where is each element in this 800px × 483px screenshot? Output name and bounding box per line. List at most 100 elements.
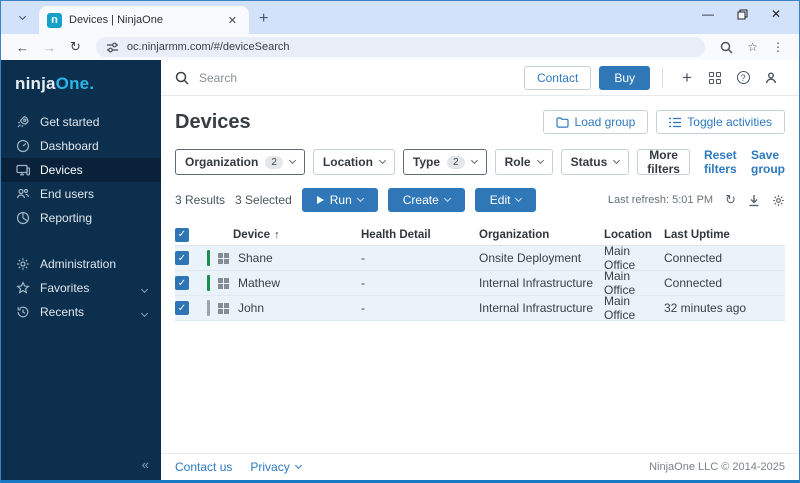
sidebar-item-dashboard[interactable]: Dashboard <box>1 134 161 158</box>
logo-ninja-text: ninja <box>15 74 56 93</box>
chevron-down-icon <box>18 12 26 21</box>
search-input[interactable]: Search <box>199 71 524 85</box>
address-bar[interactable]: oc.ninjarmm.com/#/deviceSearch <box>95 37 706 57</box>
sidebar-item-label: Administration <box>40 257 117 271</box>
contact-button[interactable]: Contact <box>523 65 592 90</box>
sidebar-item-administration[interactable]: Administration <box>1 252 161 276</box>
filter-type[interactable]: Type 2 <box>402 149 487 175</box>
column-header-device[interactable]: Device ↑ <box>207 229 361 241</box>
rocket-icon <box>15 115 30 130</box>
restore-button[interactable] <box>725 1 759 27</box>
table-header-row: ✓ Device ↑ Health Detail Organization Loc… <box>175 224 785 246</box>
create-button[interactable]: Create <box>387 188 465 212</box>
add-icon[interactable]: + <box>673 68 701 88</box>
main-area: Search Contact Buy + ? Devices Load grou… <box>161 60 799 480</box>
chevron-down-icon <box>443 194 451 203</box>
reload-icon[interactable]: ↻ <box>63 39 88 55</box>
windows-icon <box>218 252 229 264</box>
chevron-down-icon <box>140 281 149 295</box>
filter-location[interactable]: Location <box>312 149 395 175</box>
back-icon[interactable]: ← <box>9 40 36 55</box>
profile-icon[interactable] <box>757 71 785 85</box>
table-row[interactable]: ✓ Mathew - Internal Infrastructure Main … <box>175 269 785 297</box>
column-header-location[interactable]: Location <box>604 229 664 241</box>
sidebar-item-end-users[interactable]: End users <box>1 182 161 206</box>
sidebar-item-label: Dashboard <box>40 139 99 153</box>
ninjaone-logo: ninjaOne. <box>1 60 161 110</box>
chevron-down-icon <box>536 156 544 165</box>
chevron-down-icon <box>140 305 149 319</box>
sidebar-item-reporting[interactable]: Reporting <box>1 206 161 230</box>
minimize-button[interactable]: — <box>691 1 725 27</box>
row-checkbox[interactable]: ✓ <box>175 301 189 315</box>
table-row[interactable]: ✓ Shane - Onsite Deployment Main Office … <box>175 244 785 272</box>
filter-label: Status <box>570 155 608 169</box>
column-header-organization[interactable]: Organization <box>479 229 604 241</box>
devices-table: ✓ Device ↑ Health Detail Organization Loc… <box>175 224 785 322</box>
page-header: Devices Load group Toggle activities <box>175 110 785 134</box>
more-filters-button[interactable]: More filters <box>637 148 690 176</box>
apps-grid-icon[interactable] <box>701 71 729 84</box>
sidebar-item-favorites[interactable]: Favorites <box>1 276 161 300</box>
run-button[interactable]: Run <box>301 188 378 212</box>
last-refresh-text: Last refresh: 5:01 PM <box>607 194 714 206</box>
windows-icon <box>218 302 229 314</box>
select-all-checkbox[interactable]: ✓ <box>175 227 189 242</box>
filter-role[interactable]: Role <box>494 149 553 175</box>
browser-window: n Devices | NinjaOne ✕ + — ✕ ← → ↻ oc.ni… <box>0 0 800 483</box>
sidebar-divider <box>1 230 161 252</box>
health-detail-cell: - <box>361 301 365 315</box>
buy-button[interactable]: Buy <box>599 65 650 90</box>
device-name[interactable]: Shane <box>238 251 273 265</box>
browser-menu-icon[interactable]: ⋮ <box>765 40 791 54</box>
health-detail-cell: - <box>361 276 365 290</box>
tab-search-button[interactable] <box>9 6 35 30</box>
contact-us-link[interactable]: Contact us <box>175 460 232 474</box>
bookmark-star-icon[interactable]: ☆ <box>740 40 765 54</box>
row-checkbox[interactable]: ✓ <box>175 251 189 265</box>
table-row[interactable]: ✓ John - Internal Infrastructure Main Of… <box>175 294 785 322</box>
column-header-last-uptime[interactable]: Last Uptime <box>664 229 785 241</box>
selected-count: 3 Selected <box>235 193 292 207</box>
location-cell: Main Office <box>604 269 636 297</box>
download-icon[interactable] <box>748 194 760 207</box>
forward-icon[interactable]: → <box>36 40 63 55</box>
refresh-icon[interactable]: ↻ <box>725 192 736 208</box>
chevron-down-icon <box>294 461 302 470</box>
close-button[interactable]: ✕ <box>759 1 793 27</box>
copyright-text: NinjaOne LLC © 2014-2025 <box>649 461 785 473</box>
last-uptime-cell: 32 minutes ago <box>664 301 747 315</box>
filter-status[interactable]: Status <box>560 149 630 175</box>
device-name[interactable]: Mathew <box>238 276 280 290</box>
chevron-down-icon <box>613 156 621 165</box>
edit-button[interactable]: Edit <box>474 188 537 212</box>
site-settings-icon[interactable] <box>106 41 119 54</box>
gear-icon <box>15 257 30 272</box>
column-header-health-detail[interactable]: Health Detail <box>361 229 479 241</box>
row-checkbox[interactable]: ✓ <box>175 276 189 290</box>
sidebar-item-devices[interactable]: Devices <box>1 158 161 182</box>
browser-tab[interactable]: n Devices | NinjaOne ✕ <box>39 6 249 34</box>
privacy-link[interactable]: Privacy <box>250 460 302 474</box>
topbar-divider <box>662 67 663 88</box>
load-group-button[interactable]: Load group <box>542 110 649 134</box>
tab-close-icon[interactable]: ✕ <box>224 12 241 29</box>
sidebar-item-label: Recents <box>40 305 85 319</box>
end-users-icon <box>15 187 30 202</box>
filter-label: Role <box>504 155 531 169</box>
save-group-link[interactable]: Save group <box>751 148 785 176</box>
sidebar-item-recents[interactable]: Recents <box>1 300 161 324</box>
windows-icon <box>218 277 229 289</box>
toggle-activities-button[interactable]: Toggle activities <box>656 110 785 134</box>
device-name[interactable]: John <box>238 301 264 315</box>
table-settings-gear-icon[interactable] <box>772 194 785 207</box>
zoom-icon[interactable] <box>713 41 740 54</box>
reset-filters-link[interactable]: Reset filters <box>704 148 737 176</box>
filter-organization[interactable]: Organization 2 <box>175 149 305 175</box>
sidebar-item-get-started[interactable]: Get started <box>1 110 161 134</box>
filter-label: Location <box>322 155 373 169</box>
new-tab-button[interactable]: + <box>259 10 268 28</box>
help-icon[interactable]: ? <box>729 71 757 84</box>
sidebar-collapse-button[interactable]: « <box>1 449 161 480</box>
sidebar-item-label: Devices <box>40 163 83 177</box>
